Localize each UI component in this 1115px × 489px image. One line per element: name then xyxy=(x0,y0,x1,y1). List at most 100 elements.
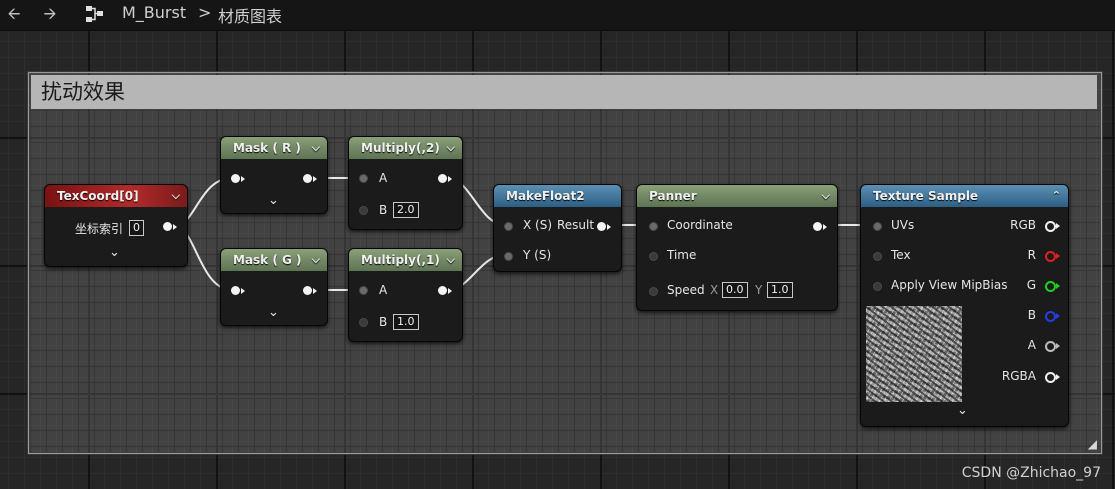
chevron-down-icon[interactable]: ⌵ xyxy=(822,185,830,207)
rgba-output-pin[interactable] xyxy=(1045,372,1060,383)
pin-x-label: X (S) xyxy=(523,218,553,232)
coordinate-label: Coordinate xyxy=(667,218,733,232)
pin-b-label: B xyxy=(379,203,388,217)
pin-y-label: Y (S) xyxy=(523,248,552,262)
breadcrumb-graph-name: 材质图表 xyxy=(218,7,283,26)
node-title: Multiply(,1) xyxy=(361,253,440,267)
r-label: R xyxy=(1027,248,1036,262)
texture-input-mipbias-pin[interactable] xyxy=(873,282,882,291)
node-texcoord-header[interactable]: TexCoord[0] ⌵ xyxy=(45,185,187,207)
mask-r-output-pin[interactable] xyxy=(303,174,317,183)
texture-input-tex-pin[interactable] xyxy=(873,252,882,261)
multiply-2-input-b-pin[interactable] xyxy=(359,206,368,215)
chevron-down-icon[interactable]: ⌄ xyxy=(268,193,279,208)
speed-x-label: X xyxy=(710,283,719,297)
node-makefloat2-header[interactable]: MakeFloat2 xyxy=(494,185,621,207)
node-title: Multiply(,2) xyxy=(361,141,440,155)
chevron-down-icon[interactable]: ⌄ xyxy=(109,245,120,260)
breadcrumb-separator: > xyxy=(198,3,212,22)
node-multiply-1[interactable]: Multiply(,1) ⌵ A B 1.0 xyxy=(348,248,463,342)
texcoord-output-pin[interactable] xyxy=(163,222,177,231)
node-mask-r-header[interactable]: Mask ( R ) ⌵ xyxy=(221,137,327,159)
chevron-up-icon[interactable]: ⌃ xyxy=(1052,185,1061,207)
node-texcoord[interactable]: TexCoord[0] ⌵ 坐标索引 0 ⌄ xyxy=(44,184,188,267)
arrow-left-icon: 🡨 xyxy=(7,4,21,23)
panner-input-speed-pin[interactable] xyxy=(649,287,658,296)
a-label: A xyxy=(1027,338,1036,352)
pin-a-label: A xyxy=(379,171,388,185)
speed-x-field[interactable]: 0.0 xyxy=(722,282,748,298)
panner-input-time-pin[interactable] xyxy=(649,252,658,261)
mask-g-output-pin[interactable] xyxy=(303,286,317,295)
rgba-label: RGBA xyxy=(1001,369,1036,383)
makefloat2-input-y-pin[interactable] xyxy=(504,252,513,261)
multiply-2-input-a-pin[interactable] xyxy=(359,174,368,183)
multiply-1-b-value-field[interactable]: 1.0 xyxy=(393,314,419,330)
node-mask-g-header[interactable]: Mask ( G ) ⌵ xyxy=(221,249,327,271)
g-output-pin[interactable] xyxy=(1045,281,1060,292)
chevron-down-icon[interactable]: ⌵ xyxy=(312,249,320,271)
node-title: Mask ( R ) xyxy=(233,141,301,155)
node-multiply-2-header[interactable]: Multiply(,2) ⌵ xyxy=(349,137,462,159)
rgb-output-pin[interactable] xyxy=(1045,221,1060,232)
panner-input-coordinate-pin[interactable] xyxy=(649,222,658,231)
back-button[interactable]: 🡨 xyxy=(4,5,24,23)
node-title: Texture Sample xyxy=(873,189,979,203)
apply-view-mipbias-label: Apply View MipBias xyxy=(891,278,1008,292)
node-multiply-1-header[interactable]: Multiply(,1) ⌵ xyxy=(349,249,462,271)
multiply-2-b-value-field[interactable]: 2.0 xyxy=(393,202,419,218)
b-output-pin[interactable] xyxy=(1045,311,1060,322)
b-label: B xyxy=(1027,308,1036,322)
mask-r-input-pin[interactable] xyxy=(231,174,245,183)
multiply-2-output-pin[interactable] xyxy=(438,174,452,183)
node-mask-g[interactable]: Mask ( G ) ⌵ ⌄ xyxy=(220,248,328,326)
chevron-down-icon[interactable]: ⌄ xyxy=(268,305,279,320)
node-multiply-2[interactable]: Multiply(,2) ⌵ A B 2.0 xyxy=(348,136,463,230)
node-texture-sample[interactable]: Texture Sample ⌃ UVs Tex Apply View MipB… xyxy=(860,184,1069,427)
chevron-down-icon[interactable]: ⌵ xyxy=(172,185,180,207)
watermark: CSDN @Zhichao_97 xyxy=(961,465,1101,481)
forward-button[interactable]: 🡪 xyxy=(40,5,60,23)
resize-grip-icon[interactable]: ◢ xyxy=(1088,437,1097,451)
time-label: Time xyxy=(667,248,697,262)
speed-y-field[interactable]: 1.0 xyxy=(767,282,793,298)
texture-preview-thumbnail[interactable] xyxy=(866,306,962,402)
chevron-down-icon[interactable]: ⌄ xyxy=(957,403,968,418)
rgb-label: RGB xyxy=(1010,218,1036,232)
node-mask-r[interactable]: Mask ( R ) ⌵ ⌄ xyxy=(220,136,328,214)
speed-y-label: Y xyxy=(755,283,763,297)
makefloat2-output-pin[interactable] xyxy=(597,222,611,231)
chevron-down-icon[interactable]: ⌵ xyxy=(447,249,455,271)
texture-input-uvs-pin[interactable] xyxy=(873,222,882,231)
multiply-1-input-b-pin[interactable] xyxy=(359,318,368,327)
node-title: Mask ( G ) xyxy=(233,253,302,267)
makefloat2-input-x-pin[interactable] xyxy=(504,222,513,231)
node-makefloat2[interactable]: MakeFloat2 X (S) Result Y (S) xyxy=(493,184,622,272)
node-title: MakeFloat2 xyxy=(506,189,585,203)
node-graph-icon xyxy=(85,5,105,23)
comment-title[interactable]: 扰动效果 xyxy=(31,75,1097,109)
pin-a-label: A xyxy=(379,283,388,297)
r-output-pin[interactable] xyxy=(1045,251,1060,262)
multiply-1-input-a-pin[interactable] xyxy=(359,286,368,295)
pin-b-label: B xyxy=(379,315,388,329)
uvs-label: UVs xyxy=(891,218,915,232)
node-panner-header[interactable]: Panner ⌵ xyxy=(637,185,837,207)
multiply-1-output-pin[interactable] xyxy=(438,286,452,295)
a-output-pin[interactable] xyxy=(1045,341,1060,352)
breadcrumb-bar: 🡨 🡪 M_Burst > 材质图表 xyxy=(0,0,1115,31)
coordinate-index-label: 坐标索引 xyxy=(75,222,124,236)
tex-label: Tex xyxy=(891,248,911,262)
node-title: TexCoord[0] xyxy=(57,189,139,203)
result-label: Result xyxy=(557,218,595,232)
node-title: Panner xyxy=(649,189,697,203)
node-panner[interactable]: Panner ⌵ Coordinate Time Speed X 0.0 Y 1… xyxy=(636,184,838,311)
chevron-down-icon[interactable]: ⌵ xyxy=(312,137,320,159)
node-texture-sample-header[interactable]: Texture Sample ⌃ xyxy=(861,185,1068,207)
breadcrumb-asset-link[interactable]: M_Burst xyxy=(122,3,186,22)
coordinate-index-field[interactable]: 0 xyxy=(129,220,144,236)
mask-g-input-pin[interactable] xyxy=(231,286,245,295)
chevron-down-icon[interactable]: ⌵ xyxy=(447,137,455,159)
panner-output-pin[interactable] xyxy=(813,222,827,231)
arrow-right-icon: 🡪 xyxy=(43,4,57,23)
